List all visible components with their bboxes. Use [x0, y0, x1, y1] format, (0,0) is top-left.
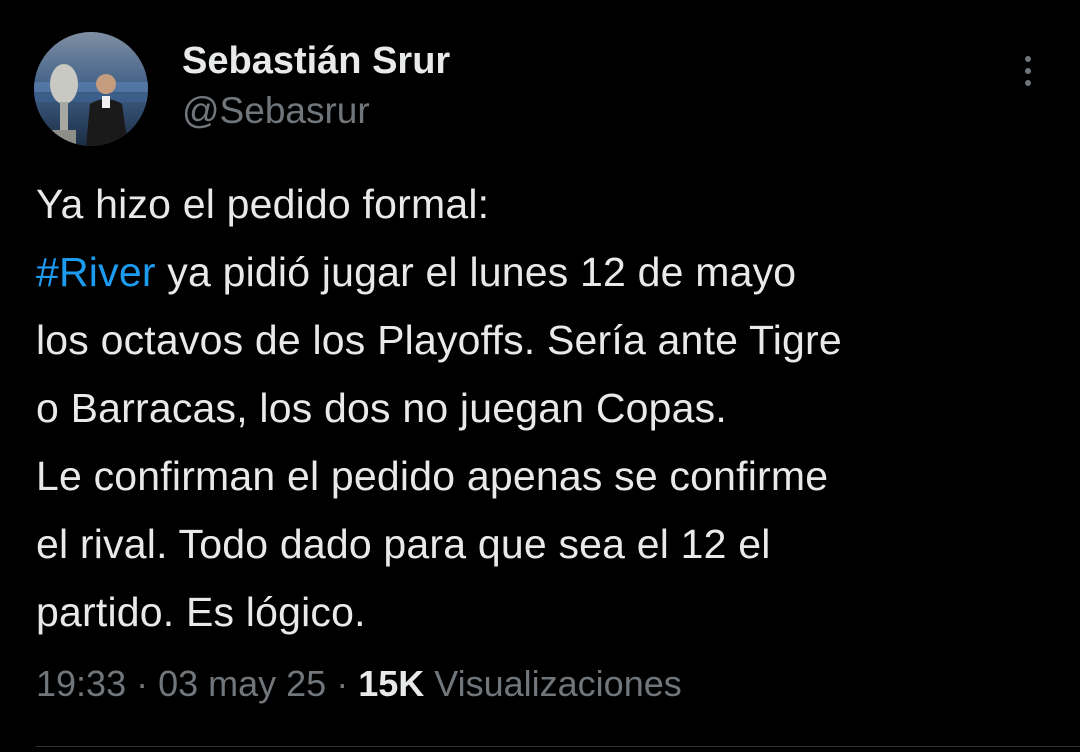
author-handle[interactable]: @Sebasrur	[182, 88, 450, 134]
views-count: 15K	[358, 663, 425, 704]
tweet-text: Ya hizo el pedido formal: #River ya pidi…	[36, 170, 1056, 646]
meta-separator: ·	[326, 663, 359, 704]
views-label: Visualizaciones	[424, 663, 682, 704]
tweet-text-rest: ya pidió jugar el lunes 12 de mayo los o…	[36, 249, 842, 635]
more-vertical-icon[interactable]	[1016, 56, 1040, 96]
tweet-line-1: Ya hizo el pedido formal:	[36, 181, 490, 227]
avatar[interactable]	[34, 32, 148, 146]
author-display-name[interactable]: Sebastián Srur	[182, 38, 450, 84]
tweet-date[interactable]: 03 may 25	[158, 663, 326, 704]
hashtag-link[interactable]: #River	[36, 249, 156, 295]
tweet-card: Sebastián Srur @Sebasrur Ya hizo el pedi…	[0, 0, 1080, 752]
tweet-time[interactable]: 19:33	[36, 663, 126, 704]
author-names: Sebastián Srur @Sebasrur	[182, 38, 450, 134]
meta-separator: ·	[126, 663, 159, 704]
tweet-header: Sebastián Srur @Sebasrur	[34, 32, 1046, 148]
tweet-meta: 19:33 · 03 may 25 · 15K Visualizaciones	[36, 656, 682, 712]
divider	[36, 746, 1080, 747]
avatar-image	[34, 32, 148, 146]
